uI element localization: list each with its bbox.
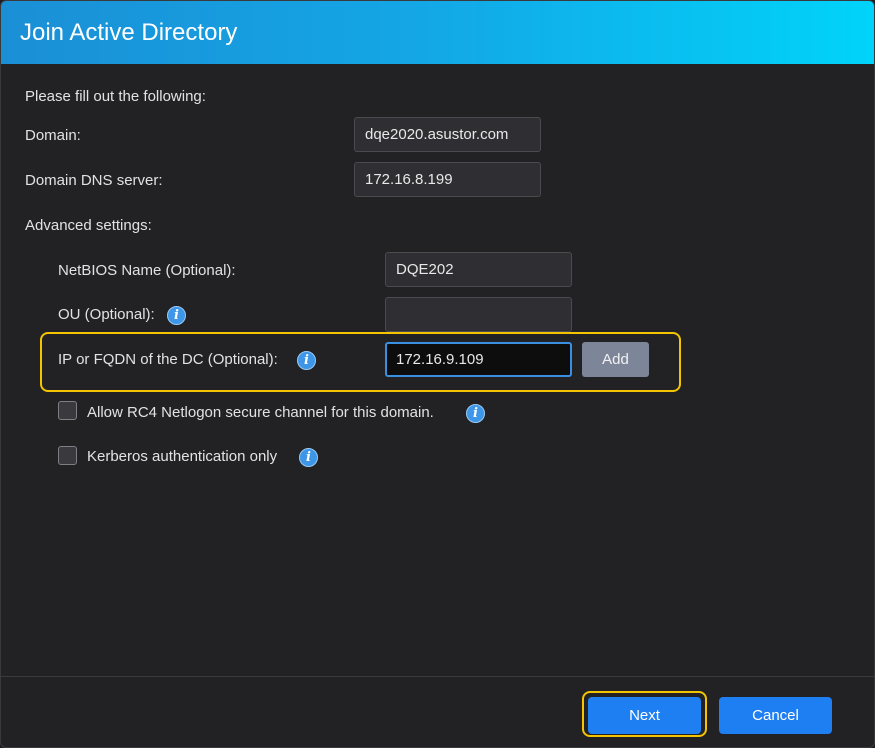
netbios-input[interactable] [385,252,572,287]
ou-label: OU (Optional): [58,306,155,323]
kerberos-label[interactable]: Kerberos authentication only [87,448,277,465]
join-ad-dialog: Join Active Directory Please fill out th… [0,0,875,748]
kerberos-checkbox[interactable] [58,446,77,465]
dns-server-input[interactable] [354,162,541,197]
domain-label: Domain: [25,127,81,144]
advanced-settings-label: Advanced settings: [25,217,152,234]
footer-divider [1,676,874,677]
domain-input[interactable] [354,117,541,152]
netbios-label: NetBIOS Name (Optional): [58,262,236,279]
dialog-title: Join Active Directory [20,19,238,46]
kerberos-info-icon[interactable]: i [299,448,318,467]
dns-server-label: Domain DNS server: [25,172,163,189]
rc4-label[interactable]: Allow RC4 Netlogon secure channel for th… [87,404,434,421]
intro-text: Please fill out the following: [25,88,206,105]
dc-info-icon[interactable]: i [297,351,316,370]
dc-input[interactable] [385,342,572,377]
rc4-checkbox[interactable] [58,401,77,420]
rc4-info-icon[interactable]: i [466,404,485,423]
title-bar: Join Active Directory [1,1,874,64]
ou-info-icon[interactable]: i [167,306,186,325]
ou-input[interactable] [385,297,572,332]
dc-label: IP or FQDN of the DC (Optional): [58,351,278,368]
add-dc-button[interactable]: Add [582,342,649,377]
cancel-button[interactable]: Cancel [719,697,832,734]
next-button[interactable]: Next [588,697,701,734]
